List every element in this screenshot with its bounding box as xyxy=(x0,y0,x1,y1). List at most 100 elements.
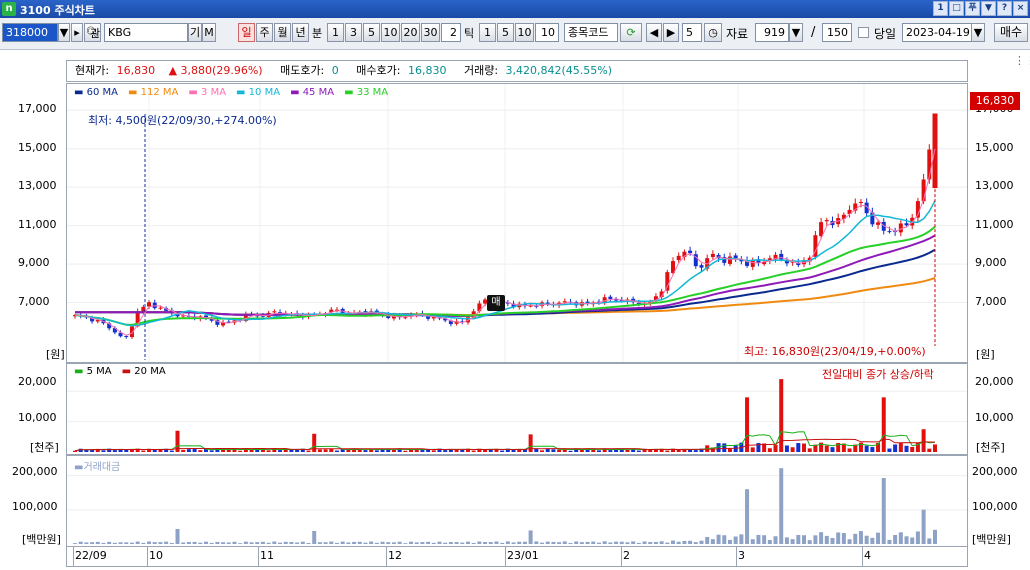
volume-unit-right: [천주] xyxy=(976,441,1005,454)
next-arrow-icon[interactable]: ▸ xyxy=(71,23,83,42)
amount-bar xyxy=(306,542,311,544)
stock-name-field[interactable]: KBG xyxy=(104,23,188,42)
volume-bar xyxy=(540,450,545,452)
prev-stock-icon[interactable]: ◀ xyxy=(646,23,662,42)
code-dropdown-icon[interactable]: ▼ xyxy=(58,23,70,42)
candle-body xyxy=(699,265,704,268)
amount-bar xyxy=(596,542,601,544)
amount-bar xyxy=(625,542,630,544)
minute-10-button[interactable]: 10 xyxy=(381,23,400,42)
window-menu-button[interactable]: ▼ xyxy=(981,1,996,16)
signal-badge[interactable]: 매 xyxy=(487,295,505,311)
volume-bar xyxy=(904,445,909,452)
amount-bar xyxy=(215,541,220,544)
m-button[interactable]: M xyxy=(202,23,216,42)
volume-bar xyxy=(226,449,231,452)
slash: / xyxy=(811,25,816,40)
data-count-dropdown-icon[interactable]: ▼ xyxy=(789,23,803,42)
amount-bar xyxy=(767,540,772,544)
amount-bar xyxy=(739,534,744,544)
x-tick xyxy=(73,547,74,567)
timer-icon[interactable]: ◷ xyxy=(704,23,722,42)
date-dropdown-icon[interactable]: ▼ xyxy=(971,23,985,42)
volume-value: 3,420,842(45.55%) xyxy=(505,64,613,77)
period-week-button[interactable]: 주 xyxy=(256,23,273,42)
ma-legend-item: ▬ 45 MA xyxy=(290,87,335,98)
ask-label: 매도호가: xyxy=(280,64,325,77)
volume-bar xyxy=(625,449,630,452)
period-year-button[interactable]: 년 xyxy=(292,23,309,42)
price-label: 현재가: xyxy=(75,64,110,77)
amount-bar xyxy=(483,541,488,544)
amount-bar xyxy=(927,538,932,544)
volume-bar xyxy=(186,449,191,452)
amount-unit-left: [백만원] xyxy=(22,533,61,546)
minute-n-field[interactable]: 2 xyxy=(441,23,461,42)
amount-bar xyxy=(653,541,658,544)
tick-n-field[interactable]: 10 xyxy=(535,23,559,42)
amount-chart-panel[interactable] xyxy=(66,455,968,547)
window-number-button[interactable]: 1 xyxy=(933,1,948,16)
next-stock-icon[interactable]: ▶ xyxy=(663,23,679,42)
vol-tick-left-10000: 10,000 xyxy=(18,411,57,424)
minute-20-button[interactable]: 20 xyxy=(401,23,420,42)
page-size-field[interactable]: 150 xyxy=(822,23,852,42)
amount-bar xyxy=(545,541,550,544)
window-controls: 1 □ 푸 ▼ ? × xyxy=(933,1,1028,16)
period-day-button[interactable]: 일 xyxy=(238,23,255,42)
window-pin-button[interactable]: 푸 xyxy=(965,1,980,16)
amount-bar xyxy=(910,537,915,544)
gi-button[interactable]: 기 xyxy=(188,23,202,42)
period-month-button[interactable]: 월 xyxy=(274,23,291,42)
price-tick-left: 11,000 xyxy=(18,217,57,231)
volume-bar xyxy=(722,443,727,452)
candle-body xyxy=(887,231,892,233)
window-help-button[interactable]: ? xyxy=(997,1,1012,16)
chart-menu-icon[interactable]: ⋮⋮ xyxy=(1014,54,1030,67)
minute-30-button[interactable]: 30 xyxy=(421,23,440,42)
volume-bar xyxy=(317,449,322,452)
amount-bar xyxy=(164,541,169,544)
data-count-select[interactable]: 919 xyxy=(755,23,789,42)
volume-bar xyxy=(676,449,681,452)
volume-bar xyxy=(551,449,556,452)
amount-bar xyxy=(238,543,243,544)
step-field[interactable]: 5 xyxy=(682,23,702,42)
window-restore-button[interactable]: □ xyxy=(949,1,964,16)
amount-bar xyxy=(169,542,174,544)
amount-bar xyxy=(443,542,448,544)
amount-bar xyxy=(813,535,818,544)
date-field[interactable]: 2023-04-19 xyxy=(902,23,972,42)
tick-10-button[interactable]: 10 xyxy=(515,23,534,42)
minute-1-button[interactable]: 1 xyxy=(327,23,344,42)
price-tick-left: 17,000 xyxy=(18,102,57,116)
candle-body xyxy=(819,222,824,237)
volume-bar xyxy=(893,444,898,452)
minute-3-button[interactable]: 3 xyxy=(345,23,362,42)
toolbar: 318000 ▼ ▸ 🔍︎ 관 KBG 기 M 일 주 월 년 분 1 3 5 … xyxy=(0,18,1030,50)
candle-body xyxy=(124,336,129,338)
today-checkbox[interactable] xyxy=(858,27,869,38)
refresh-icon[interactable]: ⟳ xyxy=(620,23,642,42)
code-label-field[interactable]: 종목코드 xyxy=(564,23,618,42)
amount-bar xyxy=(192,541,197,544)
volume-bar xyxy=(898,442,903,452)
amount-legend: ▬거래대금 xyxy=(74,462,121,473)
volume-bar xyxy=(169,450,174,452)
tick-5-button[interactable]: 5 xyxy=(497,23,514,42)
volume-bar xyxy=(802,443,807,452)
amount-bar xyxy=(232,541,237,544)
amt-tick-left-200000: 200,000 xyxy=(12,465,58,478)
stock-code-input[interactable]: 318000 xyxy=(2,23,58,42)
minute-label: 분 xyxy=(312,27,323,40)
quote-info-bar: 현재가: 16,830 ▲ 3,880(29.96%) 매도호가: 0 매수호가… xyxy=(66,60,968,82)
volume-bar xyxy=(665,450,670,452)
amount-bar xyxy=(915,531,920,544)
amount-bar xyxy=(198,542,203,544)
amount-bar xyxy=(705,537,710,544)
buy-button[interactable]: 매수 xyxy=(994,23,1028,42)
window-close-button[interactable]: × xyxy=(1013,1,1028,16)
tick-1-button[interactable]: 1 xyxy=(479,23,496,42)
amount-bar xyxy=(209,542,214,544)
minute-5-button[interactable]: 5 xyxy=(363,23,380,42)
